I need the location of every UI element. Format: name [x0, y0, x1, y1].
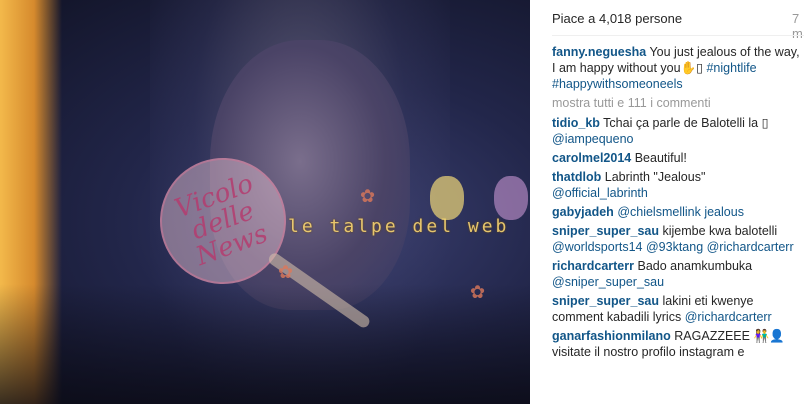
comment-mention[interactable]: @chielsmellink jealous	[617, 205, 744, 219]
comment-mention[interactable]: @iampequeno	[552, 132, 634, 146]
paw-print-icon: ✿	[360, 186, 376, 206]
comment-username[interactable]: gabyjadeh	[552, 205, 614, 219]
comment-username[interactable]: tidio_kb	[552, 116, 600, 130]
caption: fanny.neguesha You just jealous of the w…	[552, 44, 802, 92]
comment-item: carolmel2014 Beautiful!	[552, 150, 802, 166]
comment-text: Tchai ça parle de Balotelli la ▯	[603, 116, 769, 130]
comment-mention[interactable]: @official_labrinth	[552, 186, 648, 200]
divider	[552, 35, 804, 36]
watermark-text: le talpe del web	[288, 216, 510, 237]
show-all-comments-link[interactable]: mostra tutti e 111 i commenti	[552, 95, 802, 111]
comment-username[interactable]: thatdlob	[552, 170, 601, 184]
comment-item: sniper_super_sau lakini eti kwenye comme…	[552, 293, 802, 325]
comment-item: sniper_super_sau kijembe kwa balotelli @…	[552, 223, 802, 255]
comment-mention[interactable]: @sniper_super_sau	[552, 275, 664, 289]
comment-item: thatdlob Labrinth "Jealous" @official_la…	[552, 169, 802, 201]
post-photo[interactable]: Vicolo delle News le talpe del web ✿ ✿ ✿	[0, 0, 530, 404]
likes-count[interactable]: Piace a 4,018 persone	[552, 11, 682, 26]
caption-username[interactable]: fanny.neguesha	[552, 45, 646, 59]
cartoon-girl-icon	[494, 176, 528, 220]
comment-item: ganarfashionmilano RAGAZZEEE 👫👤 visitate…	[552, 328, 802, 360]
comment-list: fanny.neguesha You just jealous of the w…	[552, 44, 802, 363]
post-sidebar: Piace a 4,018 persone 7 m fanny.neguesha…	[530, 0, 804, 404]
comment-text: kijembe kwa balotelli	[662, 224, 778, 238]
post-time[interactable]: 7 m	[792, 11, 804, 41]
comment-mention[interactable]: @worldsports14 @93ktang @richardcarterr	[552, 240, 794, 254]
comment-text: Beautiful!	[634, 151, 687, 165]
paw-print-icon: ✿	[470, 282, 486, 302]
comment-item: gabyjadeh @chielsmellink jealous	[552, 204, 802, 220]
comment-username[interactable]: richardcarterr	[552, 259, 634, 273]
comment-username[interactable]: sniper_super_sau	[552, 224, 659, 238]
photo-shadow	[0, 284, 530, 404]
comment-mention[interactable]: @richardcarterr	[685, 310, 772, 324]
paw-print-icon: ✿	[278, 262, 294, 282]
comment-text: Bado anamkumbuka	[637, 259, 753, 273]
comment-username[interactable]: ganarfashionmilano	[552, 329, 671, 343]
comment-text: Labrinth "Jealous"	[604, 170, 706, 184]
comment-item: richardcarterr Bado anamkumbuka @sniper_…	[552, 258, 802, 290]
comment-username[interactable]: sniper_super_sau	[552, 294, 659, 308]
comment-item: tidio_kb Tchai ça parle de Balotelli la …	[552, 115, 802, 147]
comment-username[interactable]: carolmel2014	[552, 151, 631, 165]
cartoon-girl-icon	[430, 176, 464, 220]
